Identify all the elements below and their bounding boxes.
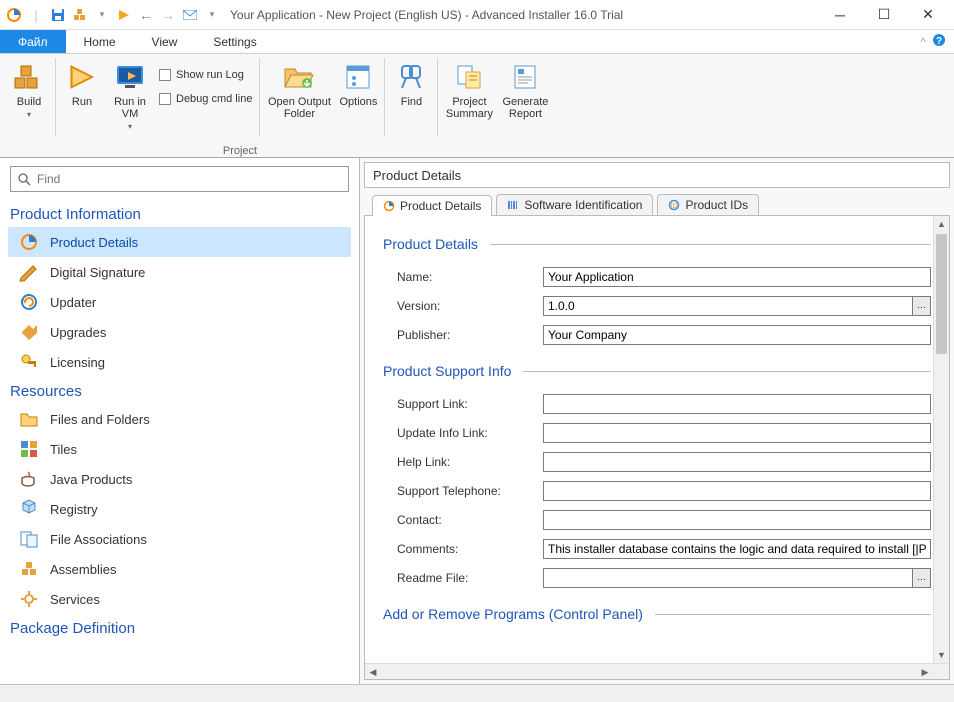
form-area: Product Details Name: Version: … Publishe… — [364, 216, 950, 680]
menu-file[interactable]: Файл — [0, 30, 66, 53]
update-link-label: Update Info Link: — [383, 426, 543, 440]
right-panel: Product Details Product Details Software… — [360, 158, 954, 684]
collapse-ribbon-icon[interactable]: ^ — [920, 35, 926, 49]
options-button[interactable]: Options — [335, 58, 381, 132]
help-link-label: Help Link: — [383, 455, 543, 469]
nav-java-products[interactable]: Java Products — [8, 464, 351, 494]
contact-field[interactable] — [543, 510, 931, 530]
section-add-remove: Add or Remove Programs (Control Panel) — [383, 606, 931, 622]
open-output-folder-button[interactable]: Open Output Folder — [263, 58, 335, 132]
comments-label: Comments: — [383, 542, 543, 556]
nav-registry[interactable]: Registry — [8, 494, 351, 524]
support-link-field[interactable] — [543, 394, 931, 414]
dropdown2-icon[interactable]: ▾ — [202, 5, 222, 25]
generate-report-button[interactable]: Generate Report — [497, 58, 553, 132]
ribbon: Build ▾ Run Run in VM ▾ Show run Log Deb… — [0, 54, 954, 158]
mail-icon[interactable] — [180, 5, 200, 25]
dropdown-icon[interactable]: ▾ — [92, 5, 112, 25]
window-title: Your Application - New Project (English … — [230, 8, 623, 22]
run-icon[interactable] — [114, 5, 134, 25]
version-field[interactable] — [543, 296, 913, 316]
readme-field[interactable] — [543, 568, 913, 588]
nav-upgrades[interactable]: Upgrades — [8, 317, 351, 347]
version-label: Version: — [383, 299, 543, 313]
tab-product-ids[interactable]: IDProduct IDs — [657, 194, 759, 215]
statusbar — [0, 684, 954, 702]
tabstrip: Product Details Software Identification … — [364, 192, 950, 216]
debug-cmd-line-checkbox[interactable]: Debug cmd line — [155, 88, 256, 110]
section-resources: Resources — [10, 383, 351, 400]
readme-browse-button[interactable]: … — [913, 568, 931, 588]
back-icon[interactable]: ← — [136, 5, 156, 25]
nav-tiles[interactable]: Tiles — [8, 434, 351, 464]
panel-title: Product Details — [364, 162, 950, 188]
forward-icon[interactable]: → — [158, 5, 178, 25]
name-field[interactable] — [543, 267, 931, 287]
vertical-scrollbar[interactable]: ▲ ▼ — [933, 216, 949, 663]
readme-label: Readme File: — [383, 571, 543, 585]
name-label: Name: — [383, 270, 543, 284]
maximize-button[interactable]: ☐ — [862, 1, 906, 29]
svg-text:?: ? — [936, 36, 942, 47]
nav-file-associations[interactable]: File Associations — [8, 524, 351, 554]
nav-digital-signature[interactable]: Digital Signature — [8, 257, 351, 287]
section-package-def: Package Definition — [10, 620, 351, 637]
tab-product-details[interactable]: Product Details — [372, 195, 492, 216]
tab-software-identification[interactable]: Software Identification — [496, 194, 653, 215]
close-button[interactable]: ✕ — [906, 1, 950, 29]
nav-product-details[interactable]: Product Details — [8, 227, 351, 257]
save-icon[interactable] — [48, 5, 68, 25]
publisher-field[interactable] — [543, 325, 931, 345]
project-summary-button[interactable]: Project Summary — [441, 58, 497, 132]
titlebar: | ▾ ← → ▾ Your Application - New Project… — [0, 0, 954, 30]
qat-separator: | — [26, 5, 46, 25]
build-icon[interactable] — [70, 5, 90, 25]
show-run-log-checkbox[interactable]: Show run Log — [155, 64, 256, 86]
version-browse-button[interactable]: … — [913, 296, 931, 316]
section-support-info: Product Support Info — [383, 363, 931, 379]
nav-updater[interactable]: Updater — [8, 287, 351, 317]
run-in-vm-button[interactable]: Run in VM ▾ — [105, 58, 155, 132]
publisher-label: Publisher: — [383, 328, 543, 342]
support-link-label: Support Link: — [383, 397, 543, 411]
menu-view[interactable]: View — [134, 30, 196, 53]
comments-field[interactable] — [543, 539, 931, 559]
svg-text:ID: ID — [671, 203, 678, 210]
menu-home[interactable]: Home — [66, 30, 134, 53]
left-panel: Product Information Product Details Digi… — [0, 158, 360, 684]
help-link-field[interactable] — [543, 452, 931, 472]
menubar: Файл Home View Settings ^ ? — [0, 30, 954, 54]
help-icon[interactable]: ? — [932, 33, 946, 50]
menu-settings[interactable]: Settings — [195, 30, 274, 53]
nav-services[interactable]: Services — [8, 584, 351, 614]
ribbon-group-label: Project — [50, 145, 430, 157]
main-area: Product Information Product Details Digi… — [0, 158, 954, 684]
section-product-info: Product Information — [10, 206, 351, 223]
search-input[interactable] — [37, 172, 342, 186]
update-link-field[interactable] — [543, 423, 931, 443]
nav-assemblies[interactable]: Assemblies — [8, 554, 351, 584]
contact-label: Contact: — [383, 513, 543, 527]
build-button[interactable]: Build ▾ — [6, 58, 52, 132]
support-phone-field[interactable] — [543, 481, 931, 501]
app-icon[interactable] — [4, 5, 24, 25]
nav-licensing[interactable]: Licensing — [8, 347, 351, 377]
support-phone-label: Support Telephone: — [383, 484, 543, 498]
nav-files-folders[interactable]: Files and Folders — [8, 404, 351, 434]
search-box[interactable] — [10, 166, 349, 192]
minimize-button[interactable]: ─ — [818, 1, 862, 29]
horizontal-scrollbar[interactable]: ◀ ▶ — [365, 663, 949, 679]
run-button[interactable]: Run — [59, 58, 105, 132]
section-product-details: Product Details — [383, 236, 931, 252]
find-button[interactable]: Find — [388, 58, 434, 132]
nav-tree: Product Information Product Details Digi… — [0, 200, 359, 684]
search-icon — [17, 172, 31, 186]
